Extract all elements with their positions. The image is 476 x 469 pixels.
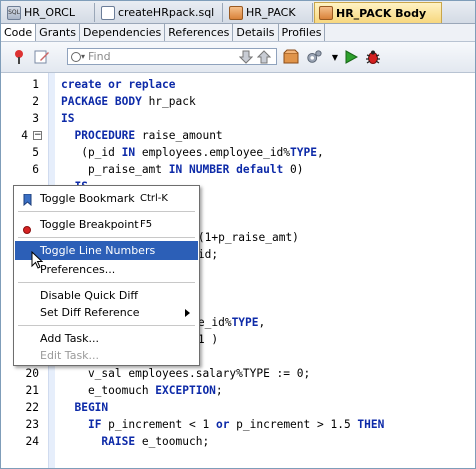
fold-collapse-icon[interactable]: − <box>33 131 42 140</box>
file-tab-label: HR_PACK Body <box>336 6 427 20</box>
file-tab-label: HR_ORCL <box>24 6 75 19</box>
code-line: e_toomuch EXCEPTION; <box>61 384 223 397</box>
compile-gears-icon[interactable] <box>306 49 322 65</box>
file-tab-label: createHRpack.sql <box>118 6 215 19</box>
line-number: 20 <box>25 367 39 380</box>
menu-item-label: Set Diff Reference <box>40 306 140 319</box>
sql-developer-editor-window: SQL HR_ORCL createHRpack.sql HR_PACK HR_… <box>0 0 476 469</box>
tab-grants[interactable]: Grants <box>36 24 80 41</box>
menu-item-shortcut: F5 <box>140 219 153 230</box>
menu-separator <box>18 325 195 326</box>
search-placeholder: Find <box>88 50 111 63</box>
find-previous-icon[interactable] <box>256 49 272 65</box>
code-line: IF p_increment < 1 or p_increment > 1.5 … <box>87 418 385 431</box>
search-icon <box>71 51 81 62</box>
pin-icon[interactable] <box>11 49 27 65</box>
menu-separator <box>18 211 195 212</box>
menu-item-label: Edit Task... <box>40 349 100 362</box>
file-tab-bar: SQL HR_ORCL createHRpack.sql HR_PACK HR_… <box>1 1 475 24</box>
file-tab-hr-pack-body[interactable]: HR_PACK Body <box>314 2 442 23</box>
code-line-text: v_sal employees.salary%TYPE := 0; <box>61 367 311 380</box>
editor-toolbar: ▾ Find ▼ <box>1 42 475 73</box>
code-line: IS <box>61 110 74 127</box>
file-tab-hr-pack[interactable]: HR_PACK <box>225 3 313 22</box>
tab-details[interactable]: Details <box>233 24 279 41</box>
menu-item-label: Toggle Line Numbers <box>40 244 156 257</box>
menu-item-toggle-breakpoint[interactable]: Toggle Breakpoint F5 <box>15 215 198 234</box>
line-number: 3 <box>32 112 39 125</box>
package-icon <box>229 5 243 20</box>
tab-profiles[interactable]: Profiles <box>279 24 326 41</box>
bookmark-icon <box>23 193 32 212</box>
menu-separator <box>18 282 195 283</box>
menu-item-label: Preferences... <box>40 263 116 276</box>
tab-references[interactable]: References <box>165 24 234 41</box>
edit-icon[interactable] <box>34 49 50 65</box>
file-tab-createhrpack[interactable]: createHRpack.sql <box>97 3 223 22</box>
code-line-text: IS <box>61 112 75 125</box>
line-number: 6 <box>32 163 39 176</box>
run-icon[interactable] <box>343 49 359 65</box>
submenu-arrow-icon <box>185 309 190 317</box>
code-line-text: BEGIN <box>61 401 109 414</box>
debug-bug-icon[interactable] <box>365 49 381 65</box>
code-line: p_raise_amt IN NUMBER default 0) <box>61 163 304 176</box>
code-line: RAISE e_toomuch; <box>101 435 210 448</box>
tab-code[interactable]: Code <box>1 24 37 41</box>
menu-item-label: Toggle Breakpoint <box>40 218 139 231</box>
menu-item-set-diff-reference[interactable]: Set Diff Reference <box>15 303 198 322</box>
file-tab-label: HR_PACK <box>246 6 296 19</box>
line-number: 22 <box>25 401 39 414</box>
code-line: create or replace <box>61 76 176 93</box>
sql-file-icon <box>101 5 115 20</box>
view-tab-bar: Code Grants Dependencies References Deta… <box>1 24 475 42</box>
menu-separator <box>18 237 195 238</box>
find-next-icon[interactable] <box>238 49 254 65</box>
compile-package-icon[interactable] <box>283 49 299 65</box>
line-number: 23 <box>25 418 39 431</box>
menu-item-label: Toggle Bookmark <box>40 192 135 205</box>
code-line: BEGIN <box>61 399 108 416</box>
code-line: PACKAGE BODY hr_pack <box>61 95 196 108</box>
code-line: v_sal employees.salary%TYPE := 0; <box>61 365 310 382</box>
tab-dependencies[interactable]: Dependencies <box>80 24 166 41</box>
package-body-icon <box>319 6 333 20</box>
code-line: PROCEDURE raise_amount <box>74 129 223 142</box>
line-number: 2 <box>32 95 39 108</box>
editor-context-menu: Toggle Bookmark Ctrl-K Toggle Breakpoint… <box>13 185 200 366</box>
file-tab-hr-orcl[interactable]: SQL HR_ORCL <box>3 3 95 22</box>
sql-connection-icon: SQL <box>7 5 21 20</box>
line-number: 4 <box>21 129 28 142</box>
menu-item-toggle-bookmark[interactable]: Toggle Bookmark Ctrl-K <box>15 189 198 208</box>
code-line: (p_id IN employees.employee_id%TYPE, <box>61 146 324 159</box>
line-number: 21 <box>25 384 39 397</box>
chevron-down-icon[interactable]: ▼ <box>327 49 343 65</box>
menu-item-shortcut: Ctrl-K <box>140 193 168 204</box>
mouse-pointer-icon <box>31 250 44 272</box>
line-number: 5 <box>32 146 39 159</box>
line-number: 24 <box>25 435 39 448</box>
line-number: 1 <box>32 78 39 91</box>
menu-item-edit-task: Edit Task... <box>15 346 198 365</box>
code-line-text: create or replace <box>61 78 176 91</box>
